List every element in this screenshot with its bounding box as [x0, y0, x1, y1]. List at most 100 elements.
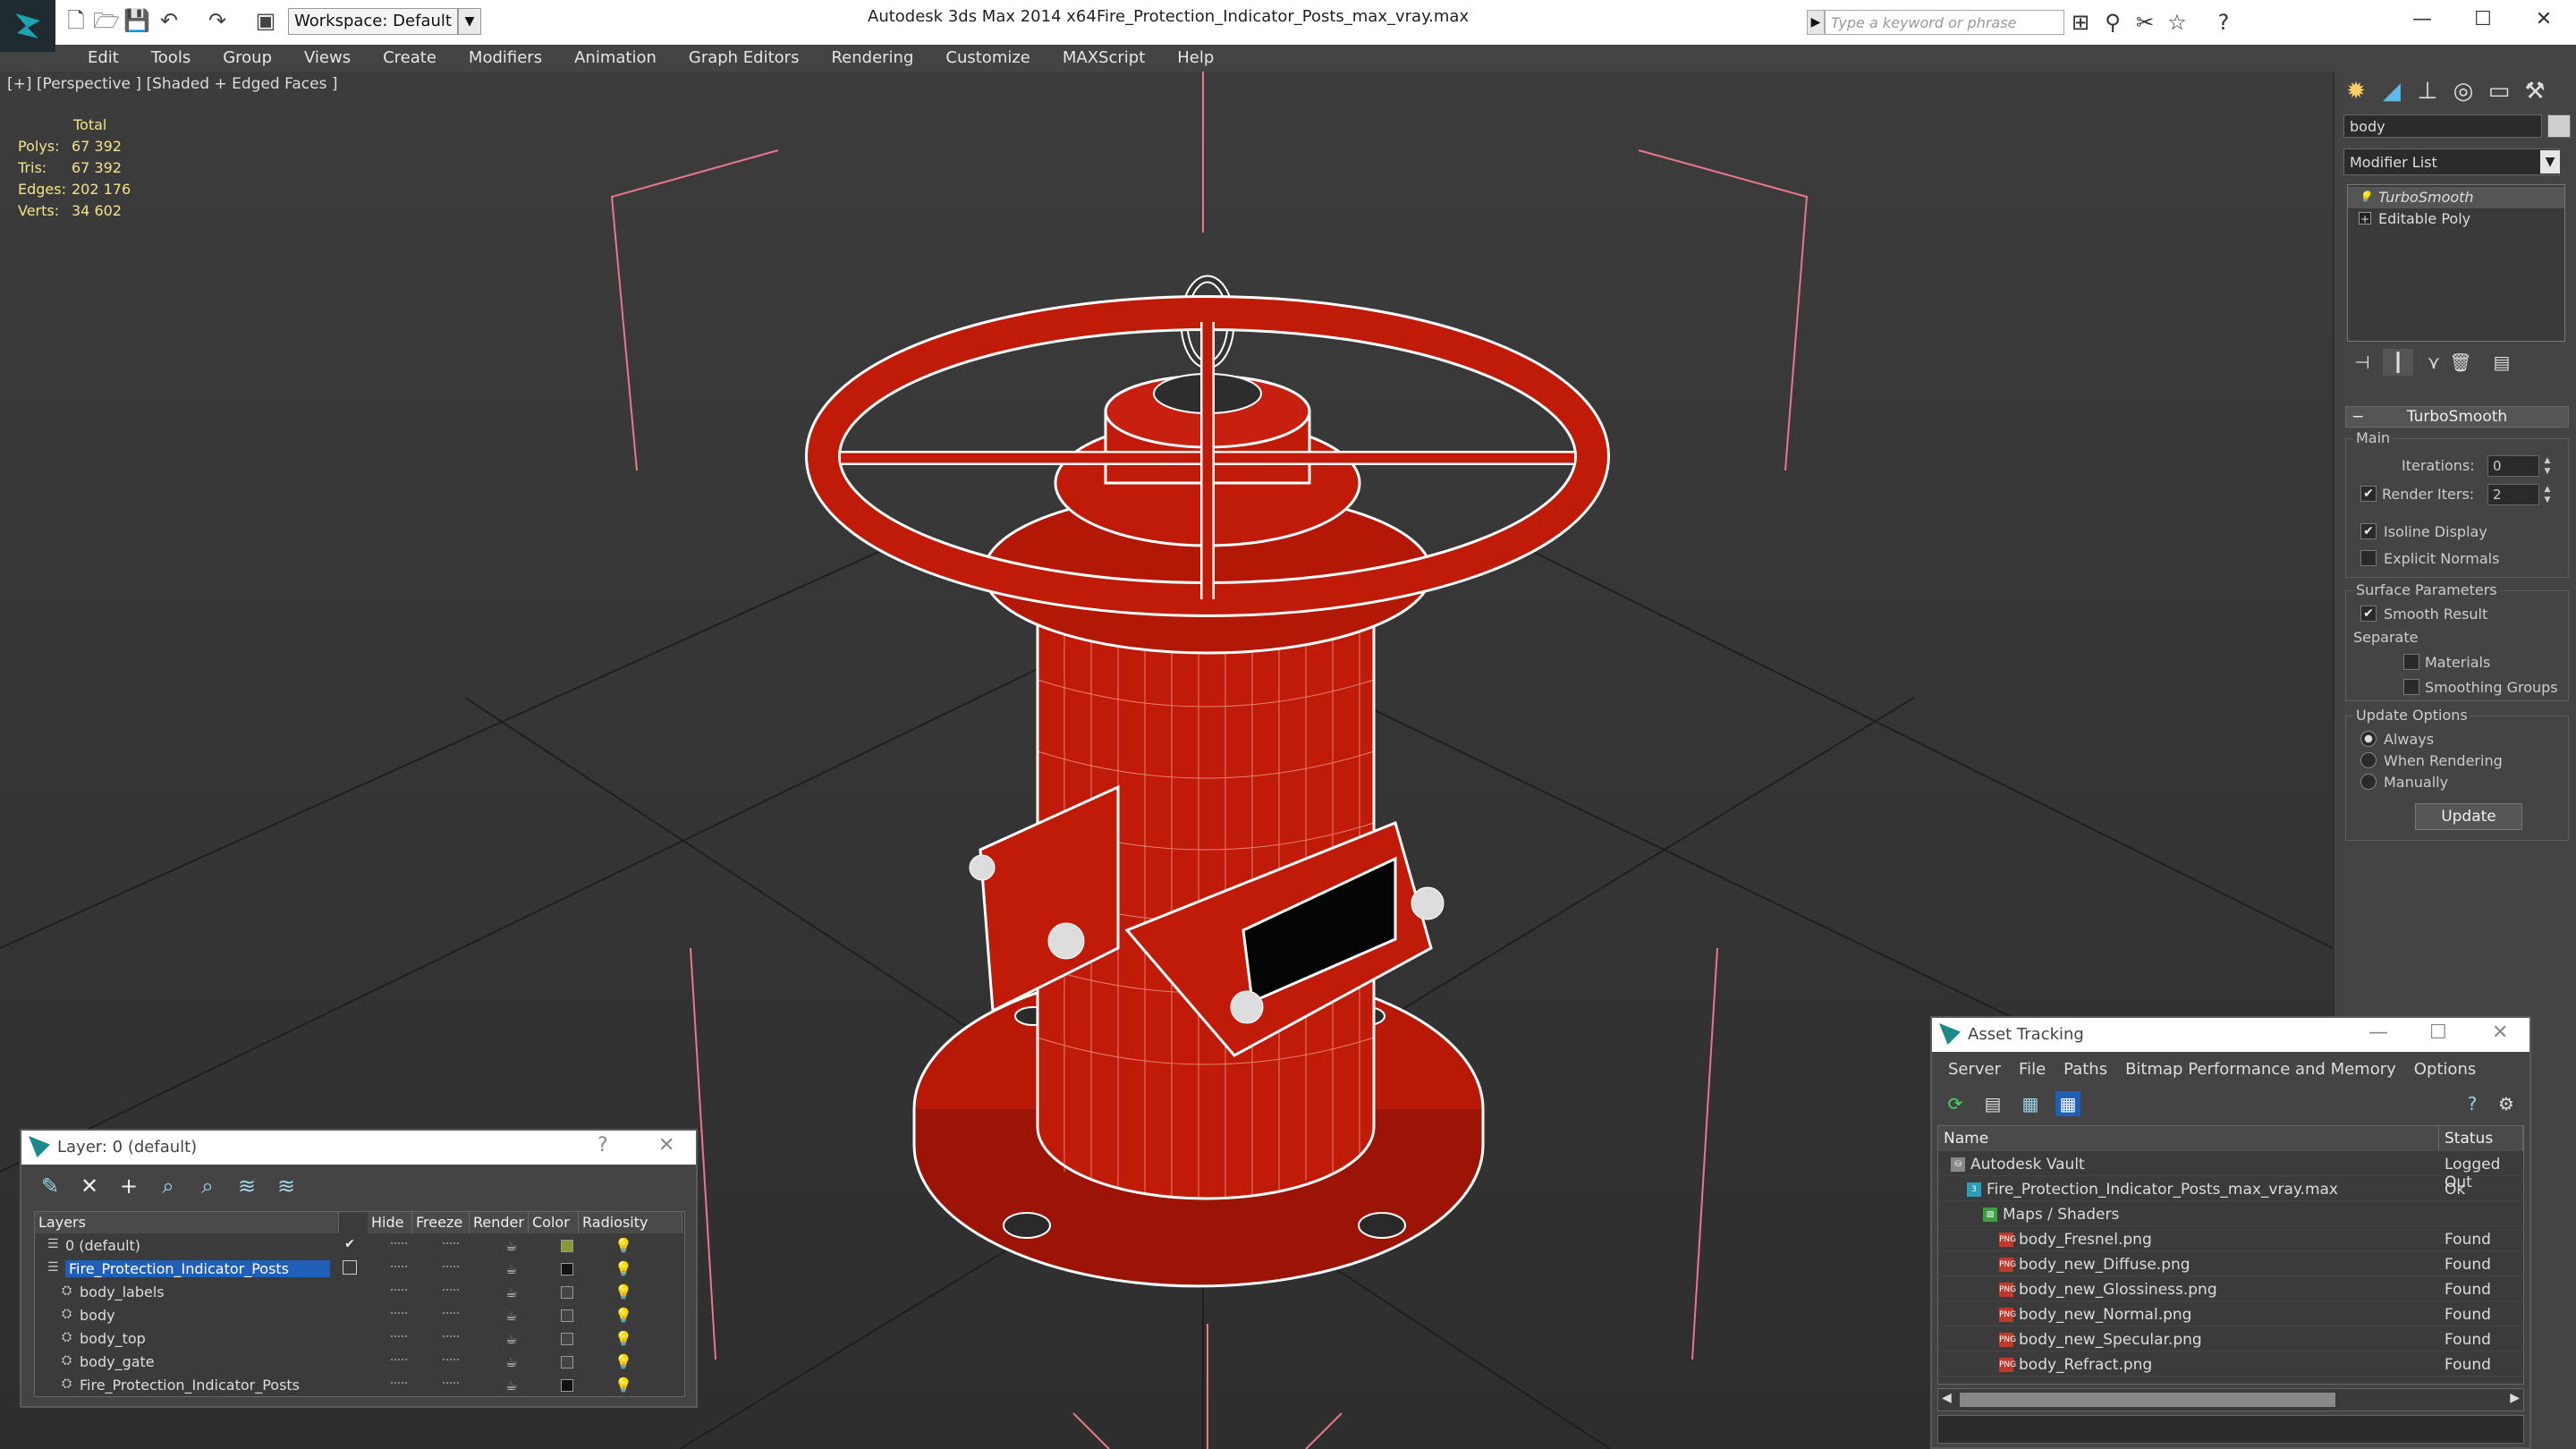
freeze-all-icon[interactable]: ≋ — [272, 1172, 301, 1200]
current-layer-checkmark[interactable]: ✔ — [343, 1237, 357, 1251]
expand-icon[interactable]: + — [2359, 212, 2371, 225]
layer-row[interactable]: ⛭ body_top ☕ 💡 — [35, 1328, 684, 1350]
spinner-arrows-icon[interactable]: ▲ ▼ — [2541, 484, 2554, 505]
radiosity-icon[interactable]: 💡 — [614, 1330, 632, 1347]
viewport-label[interactable]: [+] [Perspective ] [Shaded + Edged Faces… — [7, 75, 337, 93]
render-teapot-icon[interactable]: ☕ — [505, 1377, 517, 1394]
asset-menu-server[interactable]: Server — [1939, 1060, 2010, 1079]
radiosity-icon[interactable]: 💡 — [614, 1377, 632, 1394]
scroll-right-icon[interactable]: ▶ — [2510, 1391, 2520, 1405]
menu-modifiers[interactable]: Modifiers — [453, 45, 558, 72]
current-layer-checkmark[interactable] — [343, 1377, 357, 1391]
pin-stack-icon[interactable]: ⊣ — [2347, 349, 2377, 376]
column-header-status[interactable]: Status — [2439, 1126, 2523, 1151]
open-file-icon[interactable]: 🗁 — [93, 9, 120, 32]
make-unique-icon[interactable]: ⋎ — [2419, 349, 2449, 376]
communication-center-icon[interactable]: ⚲ — [2100, 10, 2125, 35]
freeze-toggle[interactable] — [443, 1312, 459, 1318]
layer-color-swatch[interactable] — [561, 1309, 573, 1322]
layer-row[interactable]: ⛭ body_gate ☕ 💡 — [35, 1352, 684, 1373]
freeze-toggle[interactable] — [443, 1335, 459, 1341]
autodesk-exchange-icon[interactable]: ✂ — [2132, 10, 2157, 35]
spinner-arrows-icon[interactable]: ▲ ▼ — [2541, 455, 2554, 477]
column-header-color[interactable]: Color — [529, 1212, 579, 1233]
modifier-list-dropdown[interactable]: Modifier List — [2343, 148, 2560, 175]
stack-item-turbosmooth[interactable]: 💡 TurboSmooth — [2348, 187, 2564, 208]
current-layer-checkmark[interactable] — [343, 1260, 357, 1275]
list-view-icon[interactable]: ▤ — [1980, 1091, 2005, 1116]
asset-row[interactable]: PNG body_new_Diffuse.png Found — [1938, 1253, 2523, 1276]
show-end-result-icon[interactable]: ┃ — [2383, 349, 2413, 376]
minimize-icon[interactable]: — — [2368, 1021, 2388, 1044]
render-teapot-icon[interactable]: ☕ — [505, 1354, 517, 1370]
menu-rendering[interactable]: Rendering — [815, 45, 929, 72]
thumbnail-view-icon[interactable]: ▦ — [2018, 1091, 2043, 1116]
create-tab-icon[interactable]: ✹ — [2340, 75, 2372, 107]
current-layer-checkmark[interactable] — [343, 1330, 357, 1344]
column-header-render[interactable]: Render — [470, 1212, 529, 1233]
radiosity-icon[interactable]: 💡 — [614, 1353, 632, 1370]
render-teapot-icon[interactable]: ☕ — [505, 1331, 517, 1347]
maximize-icon[interactable]: ☐ — [2429, 1021, 2447, 1044]
render-iters-checkbox[interactable]: ✔ — [2360, 486, 2377, 502]
menu-help[interactable]: Help — [1161, 45, 1230, 72]
add-to-layer-icon[interactable]: + — [114, 1172, 143, 1200]
select-objects-icon[interactable]: ⌕ — [154, 1172, 182, 1200]
render-teapot-icon[interactable]: ☕ — [505, 1308, 517, 1324]
explicit-normals-checkbox[interactable] — [2360, 550, 2377, 566]
layer-color-swatch[interactable] — [561, 1263, 573, 1275]
layer-color-swatch[interactable] — [561, 1240, 573, 1252]
layer-row[interactable]: ⛭ Fire_Protection_Indicator_Posts ☕ 💡 — [35, 1375, 684, 1396]
asset-row[interactable]: PNG body_new_Specular.png Found — [1938, 1328, 2523, 1352]
asset-row[interactable]: ⛁ Autodesk Vault Logged Out — [1938, 1153, 2523, 1191]
smooth-result-checkbox[interactable]: ✔ — [2360, 606, 2377, 622]
menu-edit[interactable]: Edit — [72, 45, 135, 72]
highlight-layer-icon[interactable]: ⌕ — [193, 1172, 222, 1200]
current-layer-checkmark[interactable] — [343, 1353, 357, 1368]
render-iters-spinner[interactable]: 2 — [2487, 484, 2539, 505]
app-logo-icon[interactable] — [0, 0, 55, 52]
asset-menu-file[interactable]: File — [2010, 1060, 2055, 1079]
manually-radio[interactable] — [2360, 774, 2377, 790]
table-view-icon[interactable]: ▦ — [2055, 1091, 2080, 1116]
create-layer-icon[interactable]: ✎ — [36, 1172, 64, 1200]
chevron-down-icon[interactable]: ▼ — [2540, 150, 2560, 174]
hide-toggle[interactable] — [391, 1266, 407, 1271]
when-rendering-radio[interactable] — [2360, 752, 2377, 768]
render-teapot-icon[interactable]: ☕ — [505, 1284, 517, 1301]
asset-menu-paths[interactable]: Paths — [2055, 1060, 2116, 1079]
modify-tab-icon[interactable]: ◢ — [2376, 75, 2408, 107]
redo-icon[interactable]: ↷ — [206, 9, 229, 32]
smoothing-groups-checkbox[interactable] — [2403, 679, 2419, 695]
asset-row[interactable]: ▨ Maps / Shaders — [1938, 1203, 2523, 1226]
save-icon[interactable]: 💾 — [123, 9, 150, 32]
stack-item-editable-poly[interactable]: + Editable Poly — [2348, 208, 2564, 230]
hide-toggle[interactable] — [391, 1312, 407, 1318]
column-header-layers[interactable]: Layers — [35, 1212, 339, 1233]
freeze-toggle[interactable] — [443, 1359, 459, 1364]
asset-menu-bitmap[interactable]: Bitmap Performance and Memory — [2116, 1060, 2405, 1079]
menu-maxscript[interactable]: MAXScript — [1046, 45, 1161, 72]
column-header-name[interactable]: Name — [1938, 1126, 2439, 1151]
minimize-icon[interactable]: — — [2390, 0, 2454, 39]
layer-row[interactable]: ☰ 0 (default) ✔ ☕ 💡 — [35, 1235, 684, 1257]
favorites-star-icon[interactable]: ☆ — [2165, 10, 2190, 35]
remove-modifier-icon[interactable]: 🗑 — [2445, 349, 2476, 376]
workspace-dropdown-icon[interactable]: ▼ — [458, 8, 481, 35]
menu-group[interactable]: Group — [207, 45, 288, 72]
asset-row[interactable]: PNG body_new_Glossiness.png Found — [1938, 1278, 2523, 1301]
close-icon[interactable]: ✕ — [658, 1134, 674, 1157]
asset-row[interactable]: PNG body_Refract.png Found — [1938, 1353, 2523, 1377]
freeze-toggle[interactable] — [443, 1266, 459, 1271]
delete-layer-icon[interactable]: ✕ — [75, 1172, 104, 1200]
render-teapot-icon[interactable]: ☕ — [505, 1261, 517, 1277]
hide-toggle[interactable] — [391, 1382, 407, 1387]
help-button[interactable]: ? — [597, 1134, 608, 1157]
radiosity-icon[interactable]: 💡 — [614, 1284, 632, 1301]
hide-all-icon[interactable]: ≋ — [233, 1172, 261, 1200]
object-name-field[interactable]: body — [2343, 114, 2542, 138]
layer-color-swatch[interactable] — [561, 1379, 573, 1392]
asset-row[interactable]: PNG body_Fresnel.png Found — [1938, 1228, 2523, 1251]
menu-tools[interactable]: Tools — [135, 45, 207, 72]
layer-row[interactable]: ⛭ body ☕ 💡 — [35, 1305, 684, 1326]
